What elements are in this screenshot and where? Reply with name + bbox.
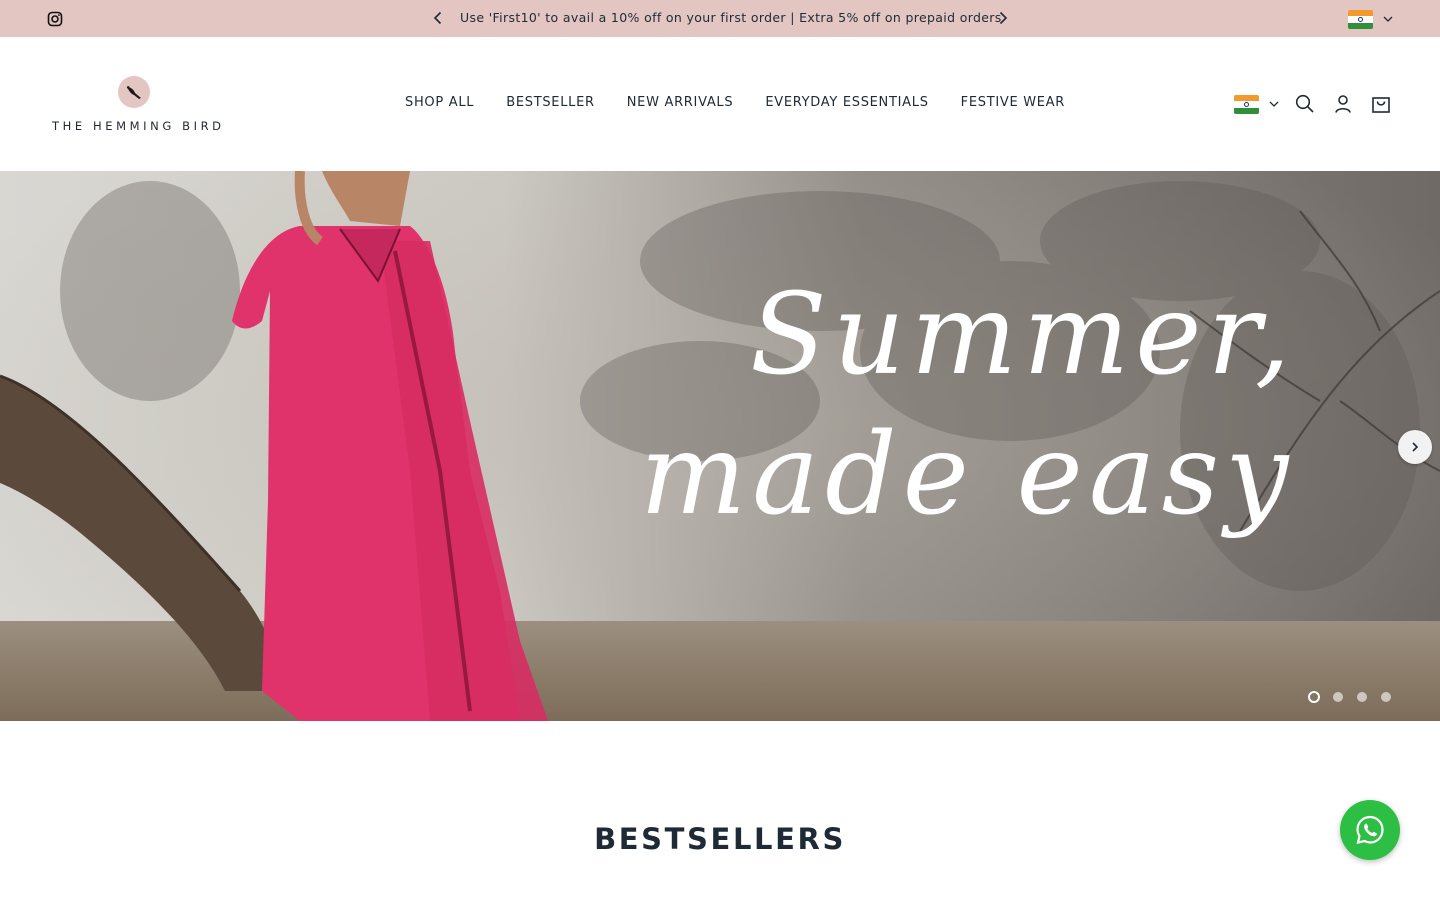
brand-logo[interactable]: THE HEMMING BIRD (52, 75, 222, 137)
announcement-next-icon[interactable] (995, 10, 1011, 26)
hero-headline-line1: Summer, (750, 270, 1297, 400)
bestsellers-heading: BESTSELLERS (594, 822, 846, 856)
search-icon[interactable] (1294, 93, 1316, 115)
nav-festive-wear[interactable]: FESTIVE WEAR (961, 95, 1065, 110)
nav-everyday-essentials[interactable]: EVERYDAY ESSENTIALS (765, 95, 928, 110)
slide-dot-2[interactable] (1333, 692, 1343, 702)
nav-new-arrivals[interactable]: NEW ARRIVALS (627, 95, 734, 110)
slide-dot-3[interactable] (1357, 692, 1367, 702)
nav-shop-all[interactable]: SHOP ALL (405, 95, 474, 110)
chevron-down-icon (1269, 101, 1279, 107)
announcement-text: Use 'First10' to avail a 10% off on your… (460, 10, 1002, 25)
country-selector-top[interactable] (1348, 9, 1394, 29)
chevron-down-icon (1383, 16, 1393, 22)
bird-logo-icon (118, 76, 150, 108)
announcement-bar: Use 'First10' to avail a 10% off on your… (0, 0, 1440, 37)
instagram-icon[interactable] (47, 11, 63, 27)
hero-next-button[interactable] (1398, 430, 1432, 464)
brand-name: THE HEMMING BIRD (52, 119, 225, 133)
whatsapp-button[interactable] (1340, 800, 1400, 860)
nav-bestseller[interactable]: BESTSELLER (506, 95, 595, 110)
slide-dot-1[interactable] (1308, 691, 1320, 703)
main-nav: SHOP ALL BESTSELLER NEW ARRIVALS EVERYDA… (405, 95, 1065, 110)
whatsapp-icon (1356, 815, 1384, 844)
hero-headline-line2: made easy (640, 410, 1295, 540)
slide-dot-4[interactable] (1381, 692, 1391, 702)
site-header: THE HEMMING BIRD SHOP ALL BESTSELLER NEW… (0, 37, 1440, 171)
cart-icon[interactable] (1370, 93, 1392, 115)
announcement-prev-icon[interactable] (430, 10, 446, 26)
header-tools (1234, 93, 1394, 115)
account-icon[interactable] (1332, 93, 1354, 115)
country-selector[interactable] (1234, 94, 1280, 114)
flag-india-icon (1234, 95, 1259, 114)
hero-banner[interactable]: Summer, made easy (0, 171, 1440, 721)
slider-dots (1308, 691, 1392, 703)
flag-india-icon (1348, 10, 1373, 29)
chevron-right-icon (1412, 442, 1419, 452)
